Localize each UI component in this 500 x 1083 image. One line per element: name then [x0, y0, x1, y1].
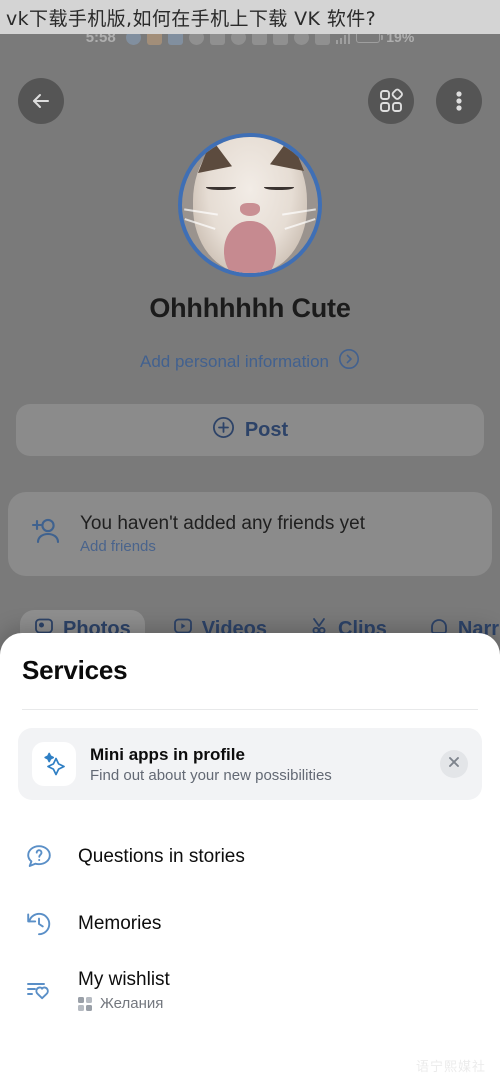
service-label: Questions in stories	[78, 845, 245, 867]
service-item-my-wishlist[interactable]: My wishlist Желания	[0, 957, 500, 1024]
article-title: vk下载手机版,如何在手机上下载 VK 软件?	[6, 7, 377, 30]
grid-apps-icon	[378, 88, 404, 114]
history-clock-icon	[22, 909, 56, 939]
question-bubble-icon	[22, 842, 56, 872]
page-title: Ohhhhhhh Cute	[149, 293, 351, 323]
add-personal-information-link[interactable]: Add personal information	[0, 348, 500, 375]
service-subtitle: Желания	[100, 995, 164, 1012]
watermark: 语宁熙媒社	[415, 1060, 486, 1075]
promo-title: Mini apps in profile	[90, 744, 245, 764]
chevron-right-circle-icon	[338, 348, 360, 375]
post-label: Post	[244, 418, 289, 441]
sparkle-icon	[32, 742, 76, 786]
mini-apps-promo-card[interactable]: Mini apps in profile Find out about your…	[18, 728, 482, 800]
post-button[interactable]: Post	[16, 404, 484, 456]
services-sheet: Services Mini apps in profile Find out a…	[0, 633, 500, 1083]
add-person-icon	[26, 513, 64, 556]
back-button[interactable]	[18, 78, 64, 124]
cat-avatar-image	[182, 137, 318, 273]
avatar-ring	[178, 133, 322, 277]
service-item-questions-in-stories[interactable]: Questions in stories	[0, 823, 500, 890]
promo-subtitle: Find out about your new possibilities	[90, 766, 332, 784]
add-personal-information-label: Add personal information	[139, 351, 329, 371]
services-sheet-title: Services	[22, 655, 128, 685]
arrow-left-icon	[29, 89, 53, 113]
avatar[interactable]	[168, 133, 332, 277]
more-vertical-icon	[456, 89, 462, 113]
more-options-button[interactable]	[436, 78, 482, 124]
service-item-memories[interactable]: Memories	[0, 890, 500, 957]
service-label: Memories	[78, 912, 162, 934]
promo-close-button[interactable]	[440, 750, 468, 778]
close-icon	[447, 755, 461, 774]
service-label: My wishlist	[78, 969, 170, 990]
friends-empty-title: You haven't added any friends yet	[80, 513, 365, 534]
mini-app-grid-icon	[78, 996, 92, 1011]
sheet-divider	[22, 709, 478, 710]
wishlist-heart-icon	[22, 976, 56, 1006]
article-title-banner: vk下载手机版,如何在手机上下载 VK 软件?	[0, 0, 500, 34]
plus-circle-icon	[212, 416, 235, 445]
screen-root: 5:58 19% Ohhhhhhh Cute Add personal info…	[0, 0, 500, 1083]
add-friends-link[interactable]: Add friends	[80, 538, 365, 555]
service-subtitle-row: Желания	[78, 995, 170, 1012]
services-grid-button[interactable]	[368, 78, 414, 124]
friends-card[interactable]: You haven't added any friends yet Add fr…	[8, 492, 492, 576]
services-list: Questions in stories Memories My wishlis…	[0, 823, 500, 1024]
